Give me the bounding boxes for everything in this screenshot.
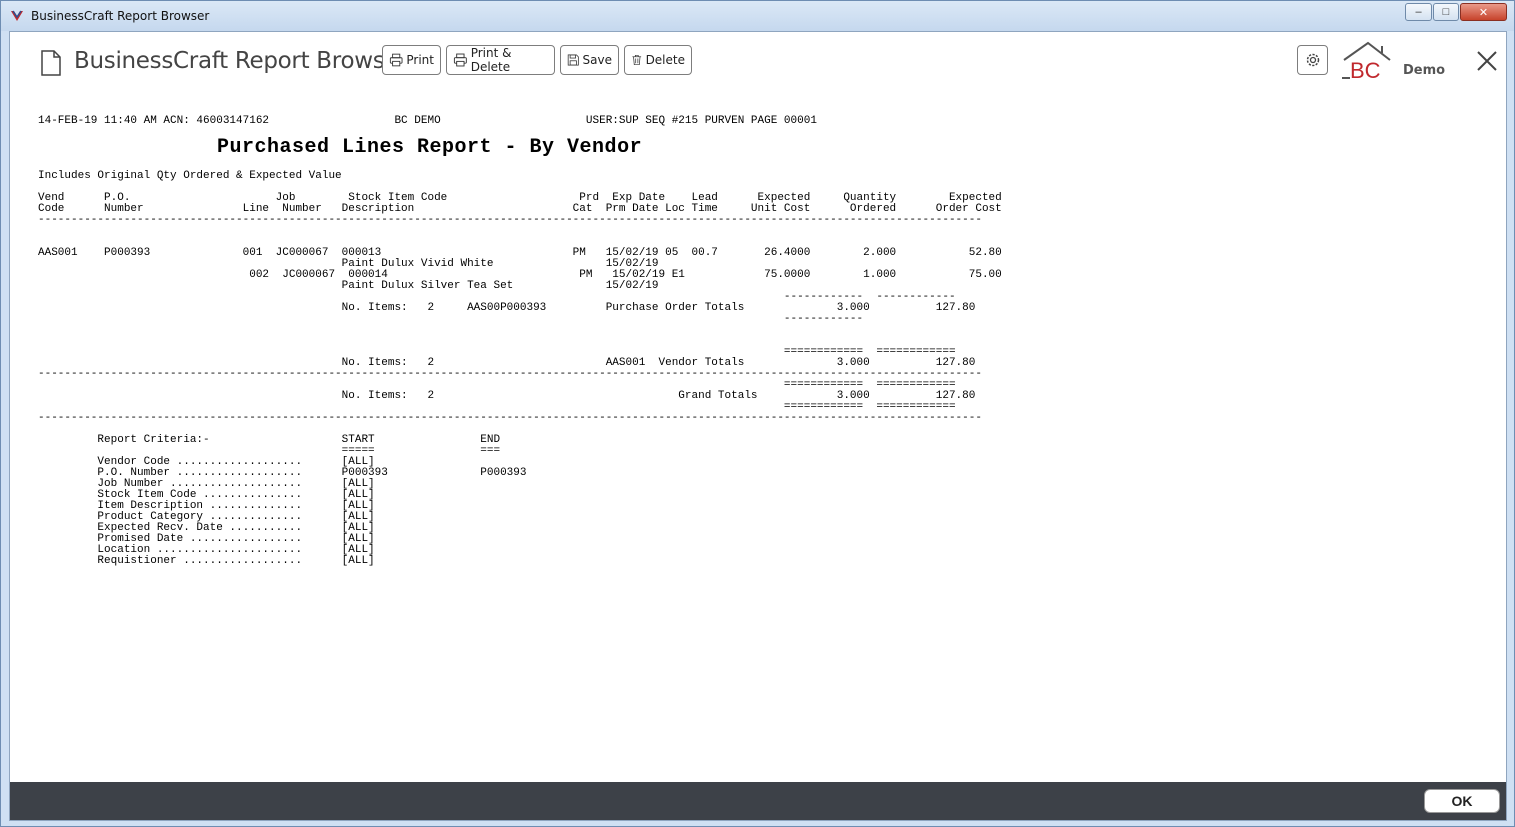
document-icon (41, 50, 61, 76)
printer-icon (453, 53, 467, 67)
app-title: BusinessCraft Report Browser (74, 48, 408, 74)
window-close-button[interactable]: ✕ (1460, 3, 1507, 21)
app-icon (11, 10, 23, 21)
gear-icon (1306, 53, 1319, 67)
delete-button[interactable]: Delete (624, 45, 692, 75)
businesscraft-logo: BC (1342, 41, 1391, 82)
close-icon[interactable] (1476, 50, 1498, 72)
app-window: BusinessCraft Report Browser ‒ □ ✕ Busin… (0, 0, 1515, 827)
save-label: Save (582, 53, 612, 67)
print-delete-label: Print & Delete (470, 46, 512, 74)
ok-button[interactable]: OK (1424, 789, 1500, 813)
print-label: Print (406, 53, 434, 67)
settings-button[interactable] (1297, 45, 1328, 75)
save-button[interactable]: Save (560, 45, 619, 75)
minimize-button[interactable]: ‒ (1405, 3, 1432, 21)
logo-demo-label: Demo (1403, 63, 1446, 78)
maximize-button[interactable]: □ (1433, 3, 1459, 21)
report-content: 14-FEB-19 11:40 AM ACN: 46003147162 BC D… (38, 115, 1002, 567)
report-viewer[interactable]: Purchased Lines Report - By Vendor 14-FE… (10, 90, 1506, 780)
floppy-disk-icon (567, 54, 579, 66)
print-button[interactable]: Print (382, 45, 441, 75)
title-bar[interactable]: BusinessCraft Report Browser ‒ □ ✕ (1, 1, 1514, 31)
trash-icon (632, 54, 642, 66)
printer-icon (389, 53, 403, 67)
window-title: BusinessCraft Report Browser (31, 9, 210, 23)
delete-label: Delete (645, 53, 685, 67)
logo-mark: BC (1350, 58, 1381, 82)
footer-bar: OK (10, 782, 1506, 820)
report-browser-panel: BusinessCraft Report Browser Print Print… (9, 31, 1507, 821)
print-and-delete-button[interactable]: Print & Delete (446, 45, 555, 75)
